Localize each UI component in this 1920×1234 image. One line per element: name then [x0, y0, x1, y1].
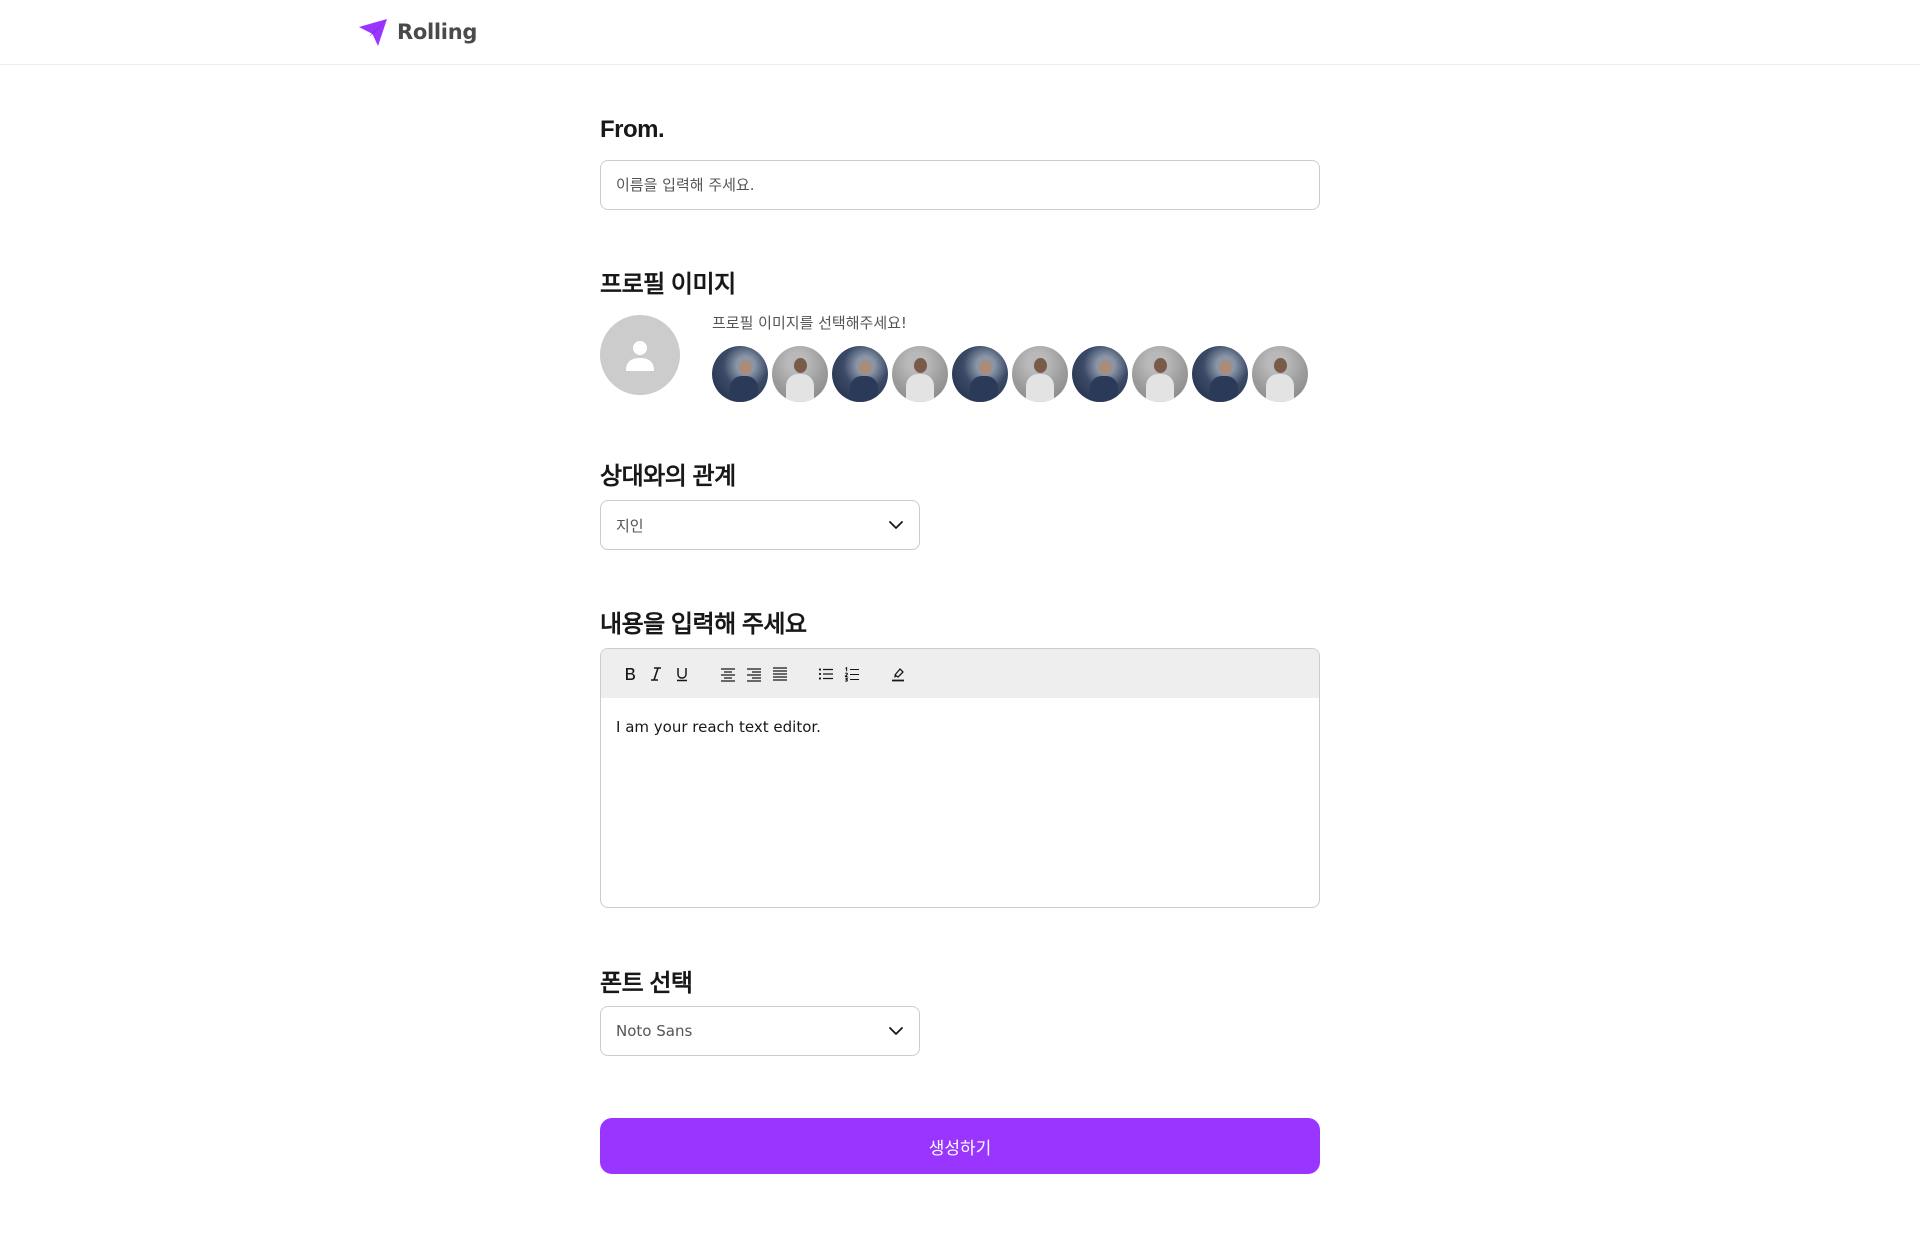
bulleted-list-icon[interactable]: [815, 663, 837, 685]
avatar-photo-body: [730, 376, 758, 402]
profile-image-hint: 프로필 이미지를 선택해주세요!: [712, 314, 907, 332]
from-name-input[interactable]: [600, 160, 1320, 210]
avatar-photo-head: [739, 360, 752, 375]
avatar-photo-body: [786, 374, 814, 402]
avatar-photo-head: [1219, 360, 1232, 375]
paper-plane-icon: [357, 16, 389, 48]
brand-logo[interactable]: Rolling: [357, 16, 477, 48]
selected-profile-avatar: [600, 315, 680, 395]
profile-image-option[interactable]: [892, 346, 948, 402]
rich-text-editor: I am your reach text editor.: [600, 648, 1320, 908]
chevron-down-icon: [888, 517, 904, 533]
avatar-photo-body: [850, 376, 878, 402]
relationship-select[interactable]: 지인: [600, 500, 920, 550]
avatar-photo-head: [859, 360, 872, 375]
align-center-icon[interactable]: [717, 663, 739, 685]
avatar-photo-head: [1099, 360, 1112, 375]
avatar-photo-head: [1034, 358, 1047, 373]
font-selected-value: Noto Sans: [616, 1022, 693, 1040]
profile-image-option[interactable]: [1012, 346, 1068, 402]
avatar-photo-body: [1090, 376, 1118, 402]
italic-icon[interactable]: [645, 663, 667, 685]
avatar-photo-head: [914, 358, 927, 373]
avatar-photo-head: [1154, 358, 1167, 373]
font-select[interactable]: Noto Sans: [600, 1006, 920, 1056]
top-navigation-bar: Rolling: [0, 0, 1920, 65]
avatar-photo-body: [906, 374, 934, 402]
person-icon: [622, 337, 658, 373]
avatar-photo-body: [1210, 376, 1238, 402]
font-label: 폰트 선택: [600, 970, 693, 997]
profile-image-option[interactable]: [1192, 346, 1248, 402]
highlighter-icon[interactable]: [887, 663, 909, 685]
avatar-photo-body: [970, 376, 998, 402]
content-label: 내용을 입력해 주세요: [600, 611, 807, 638]
avatar-photo-head: [1274, 358, 1287, 373]
avatar-photo-head: [794, 358, 807, 373]
profile-image-options: [712, 346, 1308, 402]
relationship-selected-value: 지인: [616, 516, 644, 535]
editor-toolbar: [601, 649, 1319, 698]
brand-name: Rolling: [397, 20, 478, 44]
editor-content-area[interactable]: I am your reach text editor.: [601, 698, 1319, 907]
avatar-photo-head: [979, 360, 992, 375]
avatar-photo-body: [1266, 374, 1294, 402]
profile-image-option[interactable]: [1072, 346, 1128, 402]
relationship-label: 상대와의 관계: [600, 463, 736, 490]
profile-image-option[interactable]: [1252, 346, 1308, 402]
profile-image-option[interactable]: [952, 346, 1008, 402]
numbered-list-icon[interactable]: [841, 663, 863, 685]
profile-image-label: 프로필 이미지: [600, 271, 736, 298]
profile-image-option[interactable]: [772, 346, 828, 402]
profile-image-option[interactable]: [1132, 346, 1188, 402]
bold-icon[interactable]: [619, 663, 641, 685]
chevron-down-icon: [888, 1023, 904, 1039]
avatar-photo-body: [1146, 374, 1174, 402]
align-right-icon[interactable]: [743, 663, 765, 685]
from-label: From.: [600, 116, 665, 143]
create-button[interactable]: 생성하기: [600, 1118, 1320, 1174]
underline-icon[interactable]: [671, 663, 693, 685]
align-justify-icon[interactable]: [769, 663, 791, 685]
profile-image-option[interactable]: [832, 346, 888, 402]
avatar-photo-body: [1026, 374, 1054, 402]
profile-image-option[interactable]: [712, 346, 768, 402]
